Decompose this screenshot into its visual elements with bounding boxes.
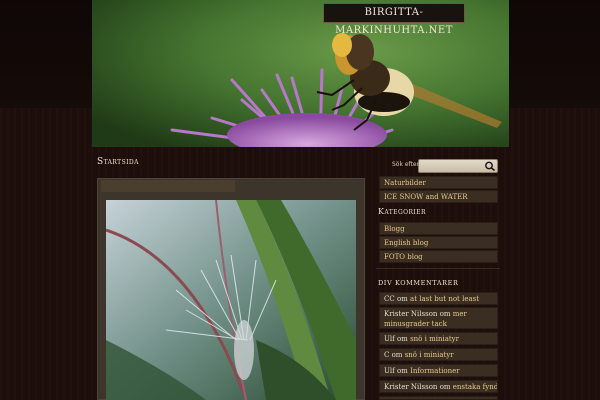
sidebar-category-blogg[interactable]: Blogg xyxy=(379,222,498,235)
recent-comment: CC om at last but not least xyxy=(379,292,498,305)
sidebar-divider xyxy=(376,268,500,269)
recent-comment: Krister Nilsson om mer minusgrader tack xyxy=(379,307,498,329)
comment-sep: om xyxy=(391,351,403,359)
search-label: Sök efter: xyxy=(392,161,421,168)
comment-author: Ulf xyxy=(384,335,395,343)
categories-heading: Kategorier xyxy=(378,207,426,216)
recent-comment: Krister Nilsson om enstaka fynd xyxy=(379,380,498,393)
recent-comment: C om snö i miniatyr xyxy=(379,348,498,361)
comment-post-link[interactable]: Informationer xyxy=(410,367,460,375)
comment-post-link[interactable]: enstaka fynd xyxy=(453,383,497,391)
comment-post-link[interactable]: snö i miniatyr xyxy=(410,335,459,343)
comment-sep: om xyxy=(396,295,408,303)
search-icon[interactable] xyxy=(484,161,496,171)
comment-sep: om xyxy=(396,335,408,343)
post-title-strip[interactable] xyxy=(101,180,235,192)
comments-heading: DIV KOMMENTARER xyxy=(378,279,459,287)
comment-post-link[interactable]: snö i miniatyr xyxy=(405,351,454,359)
site-title-link[interactable]: BIRGITTA-MARKINHUHTA.NET xyxy=(323,3,465,36)
comment-post-link[interactable]: at last but not least xyxy=(410,295,479,303)
comment-sep: om xyxy=(439,310,451,318)
recent-comment: Ulf om Informationer xyxy=(379,364,498,377)
sidebar-page-naturbilder[interactable]: Naturbilder xyxy=(379,176,498,189)
recent-comment-partial xyxy=(379,396,498,400)
comment-author: CC xyxy=(384,295,395,303)
comment-sep: om xyxy=(396,367,408,375)
comment-author: C xyxy=(384,351,390,359)
sidebar-category-foto-blog[interactable]: FOTO blog xyxy=(379,250,498,263)
breadcrumb-home[interactable]: Startsida xyxy=(97,157,139,167)
comment-author: Krister Nilsson xyxy=(384,310,438,318)
comment-author: Krister Nilsson xyxy=(384,383,438,391)
header-image: BIRGITTA-MARKINHUHTA.NET xyxy=(92,0,509,147)
sidebar-category-english-blog[interactable]: English blog xyxy=(379,236,498,249)
seed-head-photo xyxy=(106,200,356,400)
post-photo[interactable] xyxy=(106,200,356,400)
comment-author: Ulf xyxy=(384,367,395,375)
comment-sep: om xyxy=(439,383,451,391)
recent-comment: Ulf om snö i miniatyr xyxy=(379,332,498,345)
sidebar-page-ice-snow-water[interactable]: ICE SNOW and WATER xyxy=(379,190,498,203)
search-form: Sök efter: xyxy=(378,158,500,174)
